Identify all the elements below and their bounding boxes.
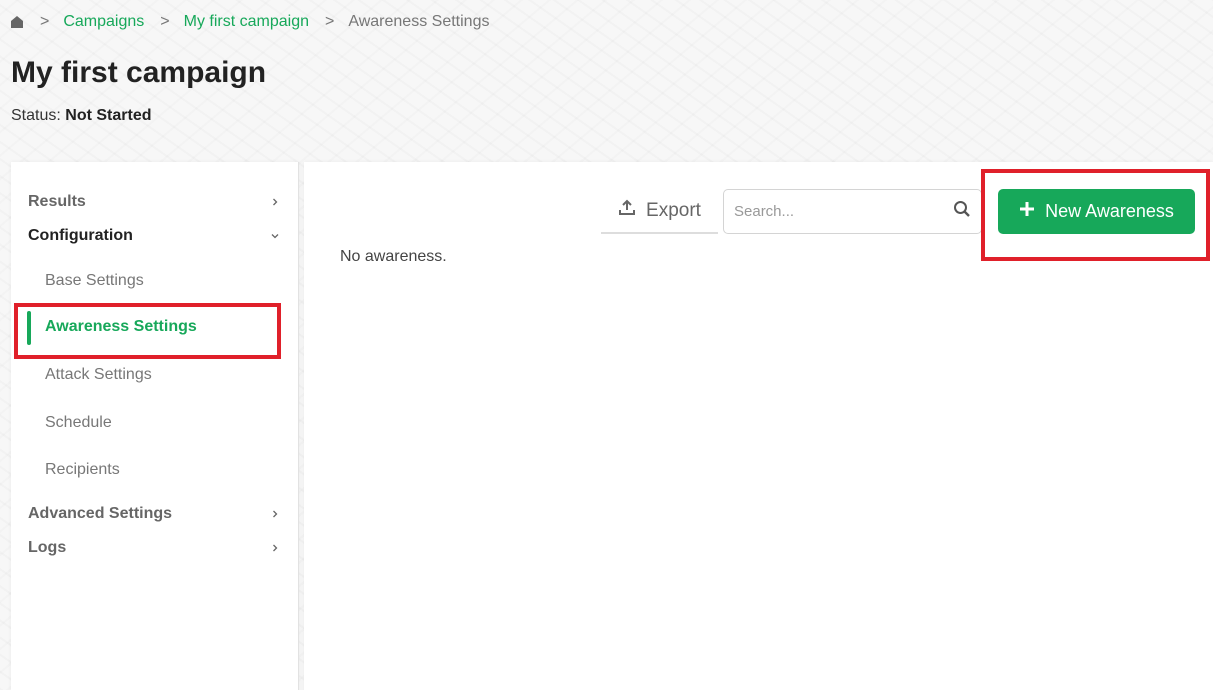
sidebar-item-logs[interactable]: Logs	[28, 536, 280, 560]
sidebar-item-label: Configuration	[28, 227, 133, 244]
breadcrumb-current: Awareness Settings	[348, 13, 490, 30]
sidebar-item-base-settings[interactable]: Base Settings	[45, 269, 144, 293]
active-indicator	[27, 311, 31, 345]
upload-icon	[618, 199, 636, 223]
breadcrumb-campaign[interactable]: My first campaign	[184, 13, 309, 31]
sidebar-item-advanced-settings[interactable]: Advanced Settings	[28, 502, 280, 526]
sidebar-item-results[interactable]: Results	[28, 190, 280, 214]
sidebar-item-awareness-settings[interactable]: Awareness Settings	[45, 315, 197, 339]
chevron-right-icon	[270, 543, 280, 553]
new-awareness-button[interactable]: New Awareness	[998, 189, 1195, 234]
sidebar-item-attack-settings[interactable]: Attack Settings	[45, 363, 152, 387]
breadcrumb-separator: >	[40, 13, 50, 30]
main-panel: Export New Awareness No awareness.	[304, 162, 1213, 690]
chevron-down-icon	[270, 231, 280, 241]
breadcrumb-separator: >	[325, 13, 335, 30]
status-value: Not Started	[65, 107, 152, 124]
chevron-right-icon	[270, 509, 280, 519]
breadcrumb: > Campaigns > My first campaign > Awaren…	[10, 11, 489, 33]
export-label: Export	[646, 199, 701, 221]
empty-state-message: No awareness.	[340, 248, 447, 265]
chevron-right-icon	[270, 197, 280, 207]
campaign-status: Status: Not Started	[11, 107, 152, 125]
export-button[interactable]: Export	[601, 189, 718, 234]
page-title: My first campaign	[11, 56, 267, 89]
search-field[interactable]	[723, 189, 982, 234]
sidebar-item-label: Results	[28, 193, 86, 210]
sidebar-item-label: Advanced Settings	[28, 505, 173, 522]
status-label: Status:	[11, 107, 61, 124]
sidebar-item-schedule[interactable]: Schedule	[45, 411, 112, 435]
sidebar-item-label: Logs	[28, 539, 67, 556]
sidebar: Results Configuration Base Settings Awar…	[11, 162, 299, 690]
home-icon[interactable]	[10, 15, 24, 29]
new-awareness-label: New Awareness	[1045, 201, 1174, 221]
plus-icon	[1019, 201, 1035, 222]
search-input[interactable]	[734, 203, 953, 220]
search-icon[interactable]	[953, 200, 971, 223]
sidebar-item-configuration[interactable]: Configuration	[28, 224, 280, 248]
sidebar-item-recipients[interactable]: Recipients	[45, 458, 120, 482]
breadcrumb-campaigns[interactable]: Campaigns	[63, 13, 144, 31]
breadcrumb-separator: >	[160, 13, 170, 30]
